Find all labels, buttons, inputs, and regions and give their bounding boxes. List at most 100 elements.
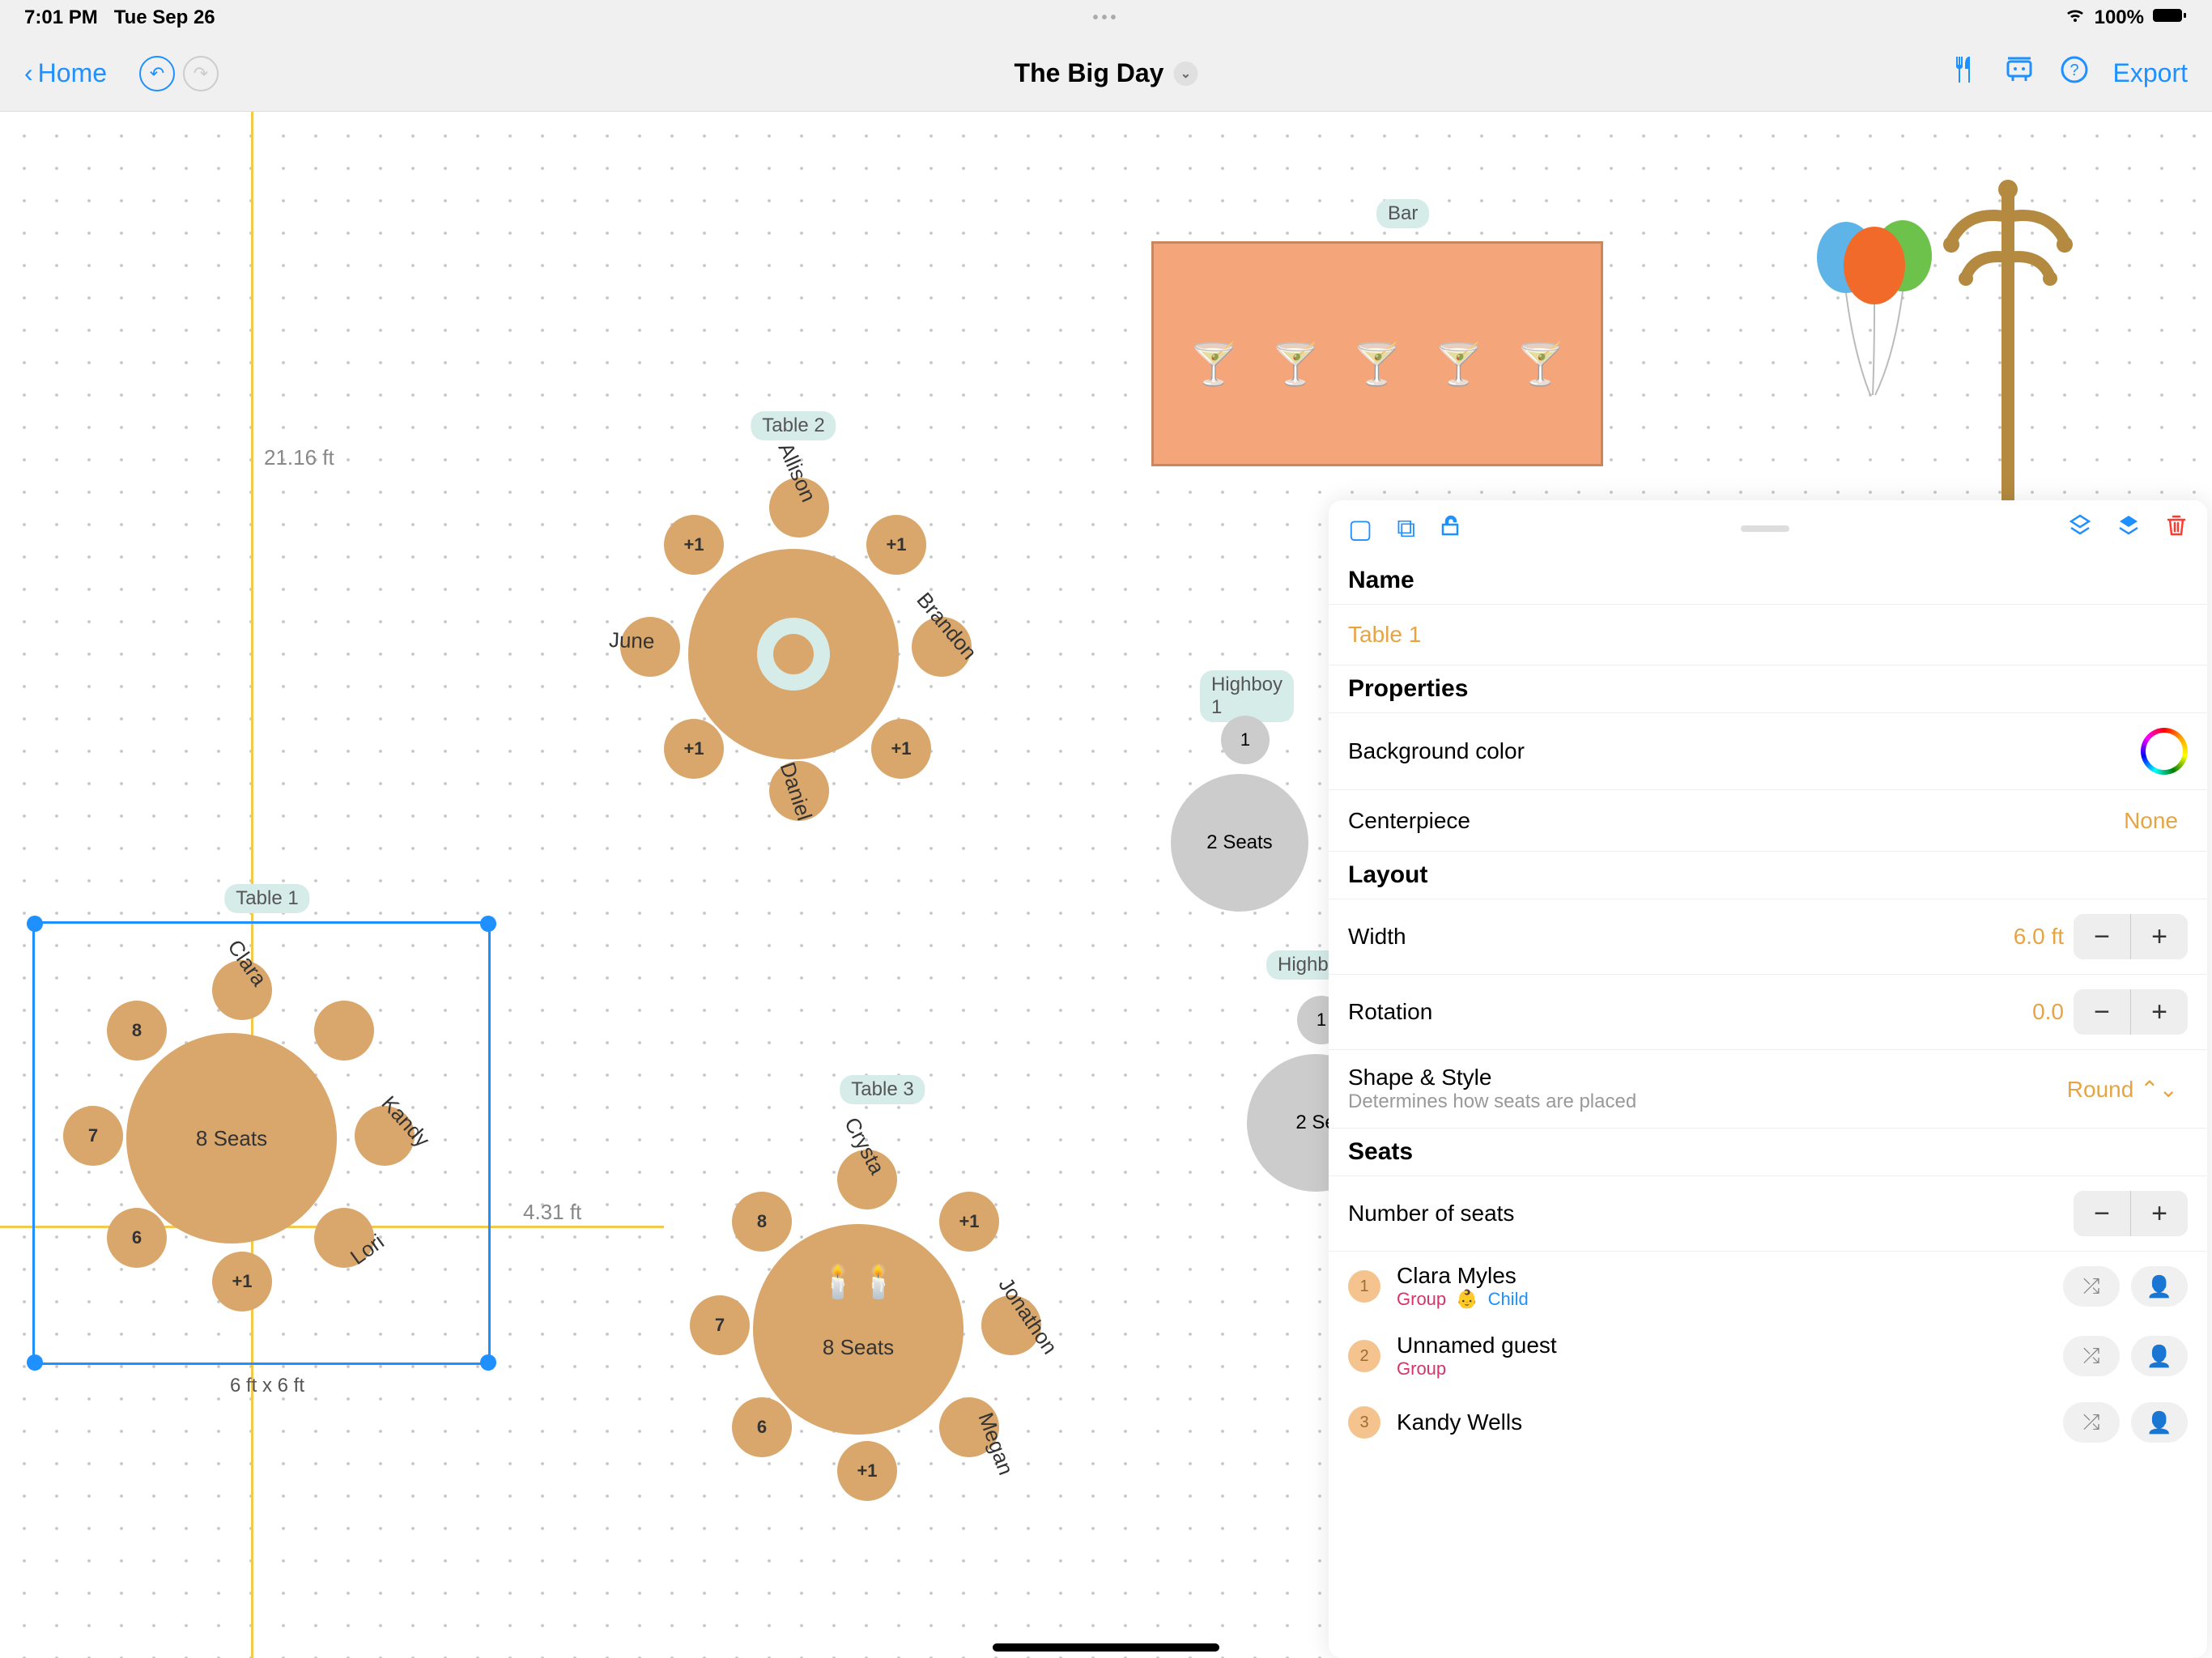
- paste-icon[interactable]: ⧉: [1397, 513, 1415, 544]
- guest-row[interactable]: 3 Kandy Wells ⤮ 👤: [1329, 1391, 2207, 1454]
- table-1-label: Table 1: [224, 884, 309, 913]
- color-picker-button[interactable]: [2141, 728, 2188, 775]
- highboy-1-label: Highboy 1: [1200, 670, 1294, 722]
- table-3[interactable]: Table 3 8 Seats 🕯️🕯️ Crysta +1 Jonathon …: [672, 1075, 1093, 1577]
- remove-guest-button[interactable]: 👤: [2131, 1402, 2188, 1443]
- multitask-dots[interactable]: •••: [1092, 9, 1119, 28]
- bar-object[interactable]: 🍸 🍸 🍸 🍸 🍸: [1151, 241, 1603, 466]
- horizontal-guide-label: 4.31 ft: [523, 1200, 581, 1225]
- guest-row[interactable]: 2 Unnamed guest Group ⤮ 👤: [1329, 1321, 2207, 1391]
- properties-panel[interactable]: ▢ ⧉ Name Table 1 Properties Background c…: [1329, 500, 2207, 1658]
- width-stepper[interactable]: − +: [2074, 914, 2188, 959]
- delete-icon[interactable]: [2165, 513, 2188, 544]
- martini-icon: 🍸: [1189, 341, 1239, 389]
- width-unit: ft: [2051, 924, 2064, 949]
- centerpiece-label: Centerpiece: [1348, 808, 2124, 834]
- seat-text: +1: [891, 738, 911, 759]
- seat-text: +1: [683, 738, 704, 759]
- name-field-row[interactable]: Table 1: [1329, 604, 2207, 665]
- selection-dimensions: 6 ft x 6 ft: [230, 1375, 304, 1397]
- balloons-decoration[interactable]: [1806, 209, 1935, 407]
- shape-value[interactable]: Round ⌃⌄: [2067, 1076, 2178, 1103]
- battery-percent: 100%: [2095, 6, 2144, 29]
- guest-name: Kandy Wells: [1397, 1409, 2047, 1435]
- document-title-button[interactable]: The Big Day ⌄: [1015, 58, 1198, 88]
- centerpiece-row[interactable]: Centerpiece None: [1329, 790, 2207, 852]
- guest-row[interactable]: 1 Clara Myles Group 👶 Child ⤮ 👤: [1329, 1252, 2207, 1321]
- status-date: Tue Sep 26: [114, 6, 215, 29]
- rotation-increment-button[interactable]: +: [2131, 989, 2188, 1035]
- width-row: Width 6.0 ft − +: [1329, 899, 2207, 975]
- seats-decrement-button[interactable]: −: [2074, 1191, 2130, 1236]
- shape-sublabel: Determines how seats are placed: [1348, 1090, 2067, 1113]
- seat-label: June: [608, 627, 654, 654]
- coat-rack-decoration[interactable]: [1927, 168, 2089, 512]
- seats-section-header: Seats: [1329, 1129, 2207, 1175]
- bring-forward-icon[interactable]: [2068, 513, 2092, 544]
- document-title: The Big Day: [1015, 58, 1164, 88]
- undo-button[interactable]: ↶: [139, 56, 175, 91]
- panel-drag-handle[interactable]: [1741, 525, 1789, 532]
- centerpiece-value: None: [2124, 808, 2178, 834]
- copy-icon[interactable]: ▢: [1348, 513, 1372, 544]
- guest-seat-number: 1: [1348, 1270, 1380, 1303]
- home-label: Home: [38, 58, 107, 88]
- width-label: Width: [1348, 924, 2014, 950]
- lock-icon[interactable]: [1440, 514, 1462, 544]
- guest-group-tag[interactable]: Group: [1397, 1358, 1446, 1380]
- home-button[interactable]: ‹ Home: [24, 58, 107, 88]
- table-3-seats-text: 8 Seats: [823, 1335, 894, 1360]
- seat-text: +1: [857, 1460, 877, 1482]
- table-3-label: Table 3: [840, 1075, 925, 1104]
- seats-increment-button[interactable]: +: [2131, 1191, 2188, 1236]
- seat-text: +1: [232, 1271, 252, 1292]
- martini-icon: 🍸: [1515, 341, 1565, 389]
- shape-style-row[interactable]: Shape & Style Determines how seats are p…: [1329, 1050, 2207, 1129]
- rotation-value[interactable]: 0.0: [2032, 999, 2064, 1025]
- chevron-left-icon: ‹: [24, 58, 33, 88]
- background-color-row[interactable]: Background color: [1329, 712, 2207, 790]
- shuffle-seat-button[interactable]: ⤮: [2063, 1402, 2120, 1443]
- seat-text: +1: [886, 534, 906, 555]
- width-decrement-button[interactable]: −: [2074, 914, 2130, 959]
- send-backward-icon[interactable]: [2116, 513, 2141, 544]
- svg-text:?: ?: [2069, 62, 2078, 79]
- name-value[interactable]: Table 1: [1348, 622, 1421, 648]
- chevron-down-icon: ⌄: [1173, 62, 1197, 86]
- guest-child-tag: Child: [1488, 1289, 1529, 1310]
- battery-icon: [2152, 6, 2188, 30]
- martini-icon: 🍸: [1352, 341, 1402, 389]
- seat-text: 8: [757, 1211, 767, 1232]
- shuffle-seat-button[interactable]: ⤮: [2063, 1266, 2120, 1307]
- updown-icon: ⌃⌄: [2140, 1077, 2178, 1102]
- highboy-1[interactable]: Highboy 1 1 2 Seats: [1158, 670, 1336, 962]
- guest-name: Unnamed guest: [1397, 1333, 2047, 1358]
- rotation-label: Rotation: [1348, 999, 2032, 1025]
- status-time: 7:01 PM: [24, 6, 98, 29]
- layout-section-header: Layout: [1329, 852, 2207, 899]
- seats-stepper[interactable]: − +: [2074, 1191, 2188, 1236]
- guest-group-tag[interactable]: Group: [1397, 1289, 1446, 1310]
- seat-text: 7: [88, 1125, 98, 1146]
- table-2[interactable]: Table 2 8 Seats Allison +1 Brandon +1 Da…: [615, 411, 972, 865]
- remove-guest-button[interactable]: 👤: [2131, 1336, 2188, 1376]
- export-button[interactable]: Export: [2113, 58, 2188, 88]
- wifi-icon: [2064, 6, 2087, 30]
- home-indicator[interactable]: [993, 1643, 1219, 1652]
- width-increment-button[interactable]: +: [2131, 914, 2188, 959]
- table-1[interactable]: Table 1 6 ft x 6 ft 8 Seats Clara Kandy …: [40, 873, 494, 1391]
- furniture-icon[interactable]: [2003, 55, 2035, 91]
- seat-text: 8: [132, 1020, 142, 1041]
- shuffle-seat-button[interactable]: ⤮: [2063, 1336, 2120, 1376]
- redo-button: ↷: [183, 56, 219, 91]
- width-value[interactable]: 6.0: [2014, 924, 2045, 949]
- rotation-stepper[interactable]: − +: [2074, 989, 2188, 1035]
- remove-guest-button[interactable]: 👤: [2131, 1266, 2188, 1307]
- vertical-guide-label: 21.16 ft: [264, 445, 334, 470]
- rotation-decrement-button[interactable]: −: [2074, 989, 2130, 1035]
- bar-label[interactable]: Bar: [1376, 199, 1429, 228]
- guest-seat-number: 2: [1348, 1340, 1380, 1372]
- catering-icon[interactable]: [1950, 55, 1979, 91]
- help-icon[interactable]: ?: [2060, 55, 2089, 91]
- martini-icon: 🍸: [1434, 341, 1484, 389]
